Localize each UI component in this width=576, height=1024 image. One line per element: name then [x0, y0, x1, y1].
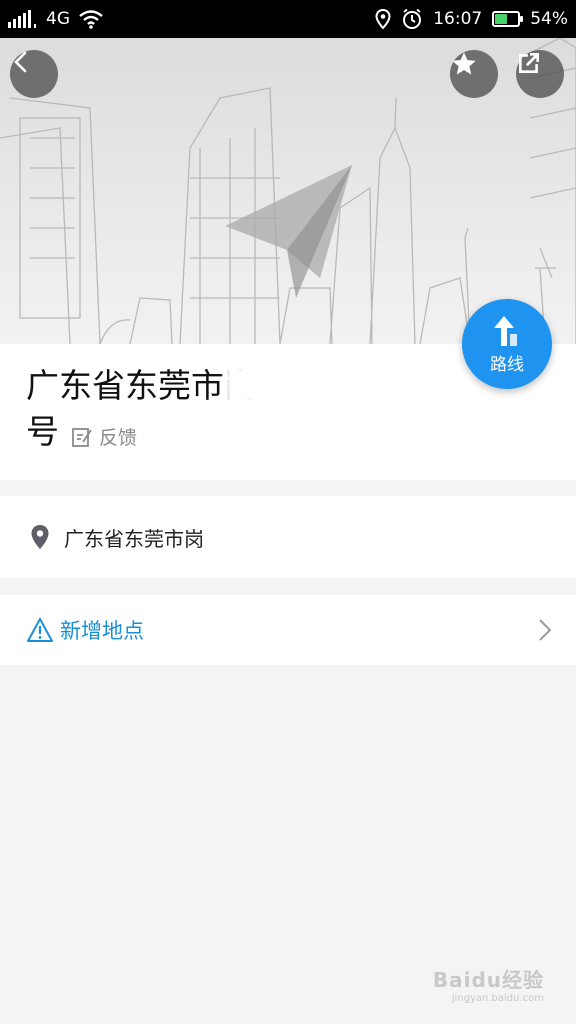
place-title-text: 广东省东莞市岗 — [26, 366, 257, 405]
location-icon — [375, 9, 391, 29]
warning-icon — [27, 618, 53, 642]
wifi-icon — [79, 10, 103, 29]
alarm-icon — [403, 8, 422, 29]
feedback-label: 反馈 — [99, 427, 138, 449]
route-arrow-icon — [494, 315, 517, 346]
share-icon — [519, 53, 539, 73]
location-pin-icon — [31, 525, 49, 549]
battery-percent: 54% — [530, 9, 568, 29]
chevron-left-icon — [14, 51, 27, 73]
signal-icon — [8, 10, 36, 28]
share-button[interactable] — [516, 50, 564, 98]
network-type: 4G — [46, 9, 70, 29]
status-left: 4G — [8, 9, 104, 29]
address-card[interactable]: 广东省东莞市岗 — [0, 496, 576, 578]
route-label: 路线 — [490, 354, 524, 375]
battery-icon — [492, 11, 524, 27]
favorite-button[interactable] — [450, 50, 498, 98]
back-button[interactable] — [10, 50, 58, 98]
paper-plane-shape — [225, 165, 352, 298]
clock-time: 16:07 — [433, 9, 483, 29]
feedback-link[interactable]: 反馈 — [71, 423, 137, 450]
redaction-mark — [225, 366, 435, 404]
address-text: 广东省东莞市岗 — [64, 526, 204, 551]
status-right: 16:07 54% — [375, 8, 568, 30]
star-icon — [452, 52, 476, 75]
add-place-label: 新增地点 — [60, 619, 144, 643]
redaction-mark — [218, 520, 343, 552]
title-line2: 号 反馈 — [26, 410, 476, 454]
route-button[interactable]: 路线 — [462, 299, 552, 389]
add-place-row[interactable]: 新增地点 — [0, 595, 576, 665]
status-bar: 4G 16:07 54% — [0, 0, 576, 38]
chevron-right-icon — [539, 619, 552, 641]
watermark: Baidu经验 jingyan.baidu.com — [433, 964, 544, 1004]
battery-fill — [495, 14, 508, 24]
watermark-main: Baidu经验 — [432, 968, 544, 992]
edit-icon — [72, 427, 92, 447]
watermark-sub: jingyan.baidu.com — [451, 993, 544, 1004]
place-title-line2: 号 — [26, 412, 59, 451]
header-illustration — [0, 38, 576, 344]
